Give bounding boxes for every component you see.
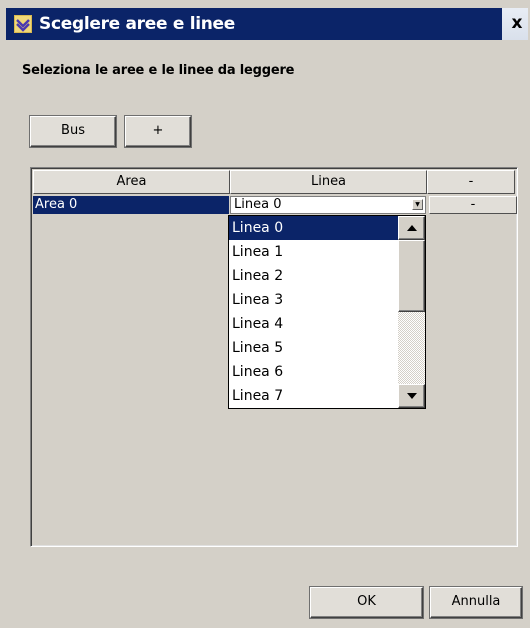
dropdown-scrollbar[interactable] [398, 216, 425, 408]
dropdown-option[interactable]: Linea 4 [229, 312, 398, 336]
dropdown-option[interactable]: Linea 3 [229, 288, 398, 312]
arrow-up-icon [406, 225, 417, 231]
table-row[interactable]: Area 0 Linea 0 ▼ - [33, 196, 517, 214]
close-button[interactable]: x [506, 12, 528, 34]
dropdown-option[interactable]: Linea 7 [229, 384, 398, 408]
bus-button[interactable]: Bus [30, 116, 116, 147]
scroll-down-button[interactable] [398, 384, 425, 408]
dropdown-option[interactable]: Linea 1 [229, 240, 398, 264]
dropdown-options: Linea 0 Linea 1 Linea 2 Linea 3 Linea 4 … [229, 216, 398, 408]
chevron-down-icon[interactable]: ▼ [412, 199, 423, 210]
column-header-area[interactable]: Area [33, 170, 230, 194]
instruction-label: Seleziona le aree e le linee da leggere [22, 63, 295, 78]
linea-combobox[interactable]: Linea 0 ▼ [230, 196, 426, 214]
app-icon [14, 15, 32, 33]
remove-row-button[interactable]: - [429, 196, 517, 214]
title-bar-active: Sceglere aree e linee [6, 8, 502, 40]
dropdown-option[interactable]: Linea 6 [229, 360, 398, 384]
cancel-button[interactable]: Annulla [430, 587, 522, 618]
close-icon: x [511, 13, 523, 33]
window-title: Sceglere aree e linee [39, 14, 236, 34]
dropdown-option[interactable]: Linea 5 [229, 336, 398, 360]
ok-button[interactable]: OK [310, 587, 423, 618]
scroll-thumb[interactable] [398, 240, 425, 312]
title-bar[interactable]: Sceglere aree e linee x [6, 8, 528, 40]
linea-combobox-value: Linea 0 [234, 197, 282, 212]
dropdown-option[interactable]: Linea 0 [229, 216, 398, 240]
arrow-down-icon [406, 393, 417, 399]
dialog-window: Sceglere aree e linee x Seleziona le are… [0, 0, 530, 628]
add-button[interactable]: + [125, 116, 191, 147]
scroll-up-button[interactable] [398, 216, 425, 240]
linea-dropdown-list[interactable]: Linea 0 Linea 1 Linea 2 Linea 3 Linea 4 … [228, 215, 426, 409]
column-header-remove[interactable]: - [427, 170, 515, 194]
area-cell[interactable]: Area 0 [33, 196, 229, 214]
column-header-linea[interactable]: Linea [230, 170, 427, 194]
dropdown-option[interactable]: Linea 2 [229, 264, 398, 288]
